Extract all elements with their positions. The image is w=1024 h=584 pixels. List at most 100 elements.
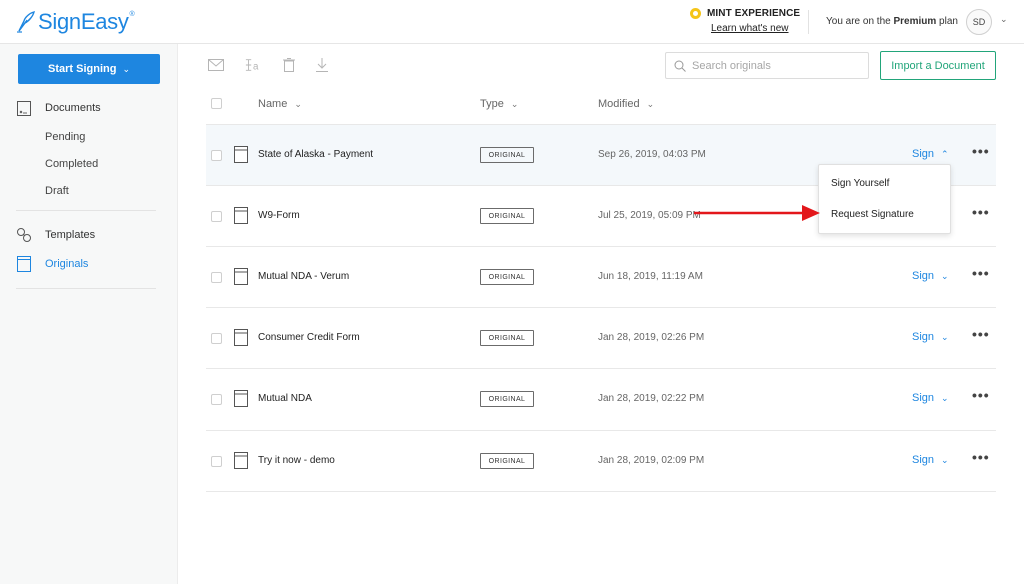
row-checkbox[interactable] [211, 211, 222, 222]
menu-item-sign-yourself[interactable]: Sign Yourself [831, 178, 889, 189]
mint-experience-banner: MINT EXPERIENCE Learn what's new [690, 8, 800, 34]
logo-trademark: ® [129, 10, 135, 18]
account-menu-chevron-icon[interactable]: ⌄ [1000, 14, 1008, 25]
sign-label: Sign [912, 148, 935, 160]
plan-info: You are on the Premium plan [826, 16, 958, 27]
document-name[interactable]: Mutual NDA - Verum [258, 271, 349, 282]
type-badge: ORIGINAL [480, 269, 534, 285]
sidebar: Start Signing ⌄ Documents Pending Comple… [0, 44, 178, 584]
pen-nib-icon [17, 11, 35, 33]
column-modified-label: Modified [598, 98, 640, 110]
sign-dropdown-button[interactable]: Sign ⌄ [912, 454, 949, 466]
start-signing-button[interactable]: Start Signing ⌄ [18, 54, 160, 84]
document-icon [234, 268, 248, 285]
row-checkbox[interactable] [211, 272, 222, 283]
sidebar-divider [16, 288, 156, 289]
table-row[interactable]: Try it now - demo ORIGINAL Jan 28, 2019,… [206, 430, 996, 491]
table-row[interactable]: Mutual NDA ORIGINAL Jan 28, 2019, 02:22 … [206, 368, 996, 429]
import-document-button[interactable]: Import a Document [880, 51, 996, 80]
modified-date: Jan 28, 2019, 02:22 PM [598, 393, 705, 404]
modified-date: Jul 25, 2019, 05:09 PM [598, 210, 701, 221]
sign-dropdown-button[interactable]: Sign ⌃ [912, 148, 949, 160]
document-name[interactable]: Mutual NDA [258, 393, 312, 404]
document-name[interactable]: W9-Form [258, 210, 300, 221]
start-signing-label: Start Signing [48, 63, 117, 75]
header-divider [808, 10, 809, 34]
rename-icon[interactable]: a [245, 57, 261, 73]
chevron-down-icon: ⌄ [941, 392, 949, 403]
sign-label: Sign [912, 454, 935, 466]
type-badge: ORIGINAL [480, 147, 534, 163]
sidebar-item-originals[interactable]: Originals [16, 256, 88, 272]
modified-date: Jun 18, 2019, 11:19 AM [598, 271, 703, 282]
sidebar-item-pending[interactable]: Pending [45, 131, 85, 143]
more-options-icon[interactable]: ••• [972, 387, 990, 403]
user-avatar[interactable]: SD [966, 9, 992, 35]
email-icon[interactable] [208, 57, 224, 73]
sidebar-item-completed[interactable]: Completed [45, 158, 98, 170]
row-checkbox[interactable] [211, 394, 222, 405]
column-type-label: Type [480, 98, 504, 110]
sort-chevron-icon: ⌄ [510, 98, 519, 109]
column-header-type[interactable]: Type ⌄ [480, 98, 518, 110]
type-badge: ORIGINAL [480, 208, 534, 224]
column-header-name[interactable]: Name ⌄ [258, 98, 302, 110]
table-bottom-border [206, 491, 996, 492]
documents-icon [16, 100, 32, 116]
svg-text:a: a [253, 61, 259, 72]
chevron-down-icon: ⌄ [941, 331, 949, 342]
sidebar-item-documents[interactable]: Documents [16, 100, 101, 116]
select-all-checkbox[interactable] [211, 98, 222, 109]
more-options-icon[interactable]: ••• [972, 326, 990, 342]
templates-icon [16, 227, 32, 243]
table-row[interactable]: Consumer Credit Form ORIGINAL Jan 28, 20… [206, 307, 996, 368]
more-options-icon[interactable]: ••• [972, 143, 990, 159]
search-icon [674, 60, 686, 72]
column-name-label: Name [258, 98, 288, 110]
row-checkbox[interactable] [211, 333, 222, 344]
menu-item-request-signature[interactable]: Request Signature [831, 209, 914, 220]
more-options-icon[interactable]: ••• [972, 265, 990, 281]
column-header-modified[interactable]: Modified ⌄ [598, 98, 654, 110]
sign-dropdown-button[interactable]: Sign ⌄ [912, 392, 949, 404]
row-checkbox[interactable] [211, 456, 222, 467]
plan-suffix: plan [936, 16, 958, 27]
table-row[interactable]: Mutual NDA - Verum ORIGINAL Jun 18, 2019… [206, 246, 996, 307]
type-badge: ORIGINAL [480, 453, 534, 469]
app-header: SignEasy ® MINT EXPERIENCE Learn what's n… [0, 0, 1024, 44]
chevron-down-icon: ⌄ [122, 63, 130, 74]
search-box[interactable] [665, 52, 869, 79]
document-icon [234, 329, 248, 346]
type-badge: ORIGINAL [480, 391, 534, 407]
sidebar-divider [16, 210, 156, 211]
logo-text: SignEasy [38, 9, 129, 34]
more-options-icon[interactable]: ••• [972, 204, 990, 220]
mint-status-icon [690, 8, 701, 19]
document-name[interactable]: Consumer Credit Form [258, 332, 360, 343]
chevron-down-icon: ⌄ [941, 270, 949, 281]
mint-title: MINT EXPERIENCE [707, 8, 801, 19]
originals-icon [16, 256, 32, 272]
more-options-icon[interactable]: ••• [972, 449, 990, 465]
document-name[interactable]: State of Alaska - Payment [258, 149, 373, 160]
sidebar-item-draft[interactable]: Draft [45, 185, 69, 197]
document-name[interactable]: Try it now - demo [258, 455, 335, 466]
learn-whats-new-link[interactable]: Learn what's new [711, 23, 800, 34]
sign-dropdown-button[interactable]: Sign ⌄ [912, 270, 949, 282]
sign-dropdown-button[interactable]: Sign ⌄ [912, 331, 949, 343]
sort-chevron-icon: ⌄ [646, 98, 655, 109]
row-checkbox[interactable] [211, 150, 222, 161]
download-icon[interactable] [314, 57, 330, 73]
signeasy-logo[interactable]: SignEasy ® [16, 9, 135, 35]
trash-icon[interactable] [281, 57, 297, 73]
modified-date: Sep 26, 2019, 04:03 PM [598, 149, 706, 160]
sidebar-item-templates[interactable]: Templates [16, 227, 95, 243]
modified-date: Jan 28, 2019, 02:09 PM [598, 455, 705, 466]
documents-label: Documents [45, 102, 101, 114]
plan-prefix: You are on the [826, 16, 894, 27]
document-icon [234, 390, 248, 407]
sign-dropdown-menu: Sign Yourself Request Signature [818, 164, 951, 234]
chevron-up-icon: ⌃ [941, 148, 949, 159]
templates-label: Templates [45, 229, 96, 241]
search-input[interactable] [692, 59, 862, 72]
